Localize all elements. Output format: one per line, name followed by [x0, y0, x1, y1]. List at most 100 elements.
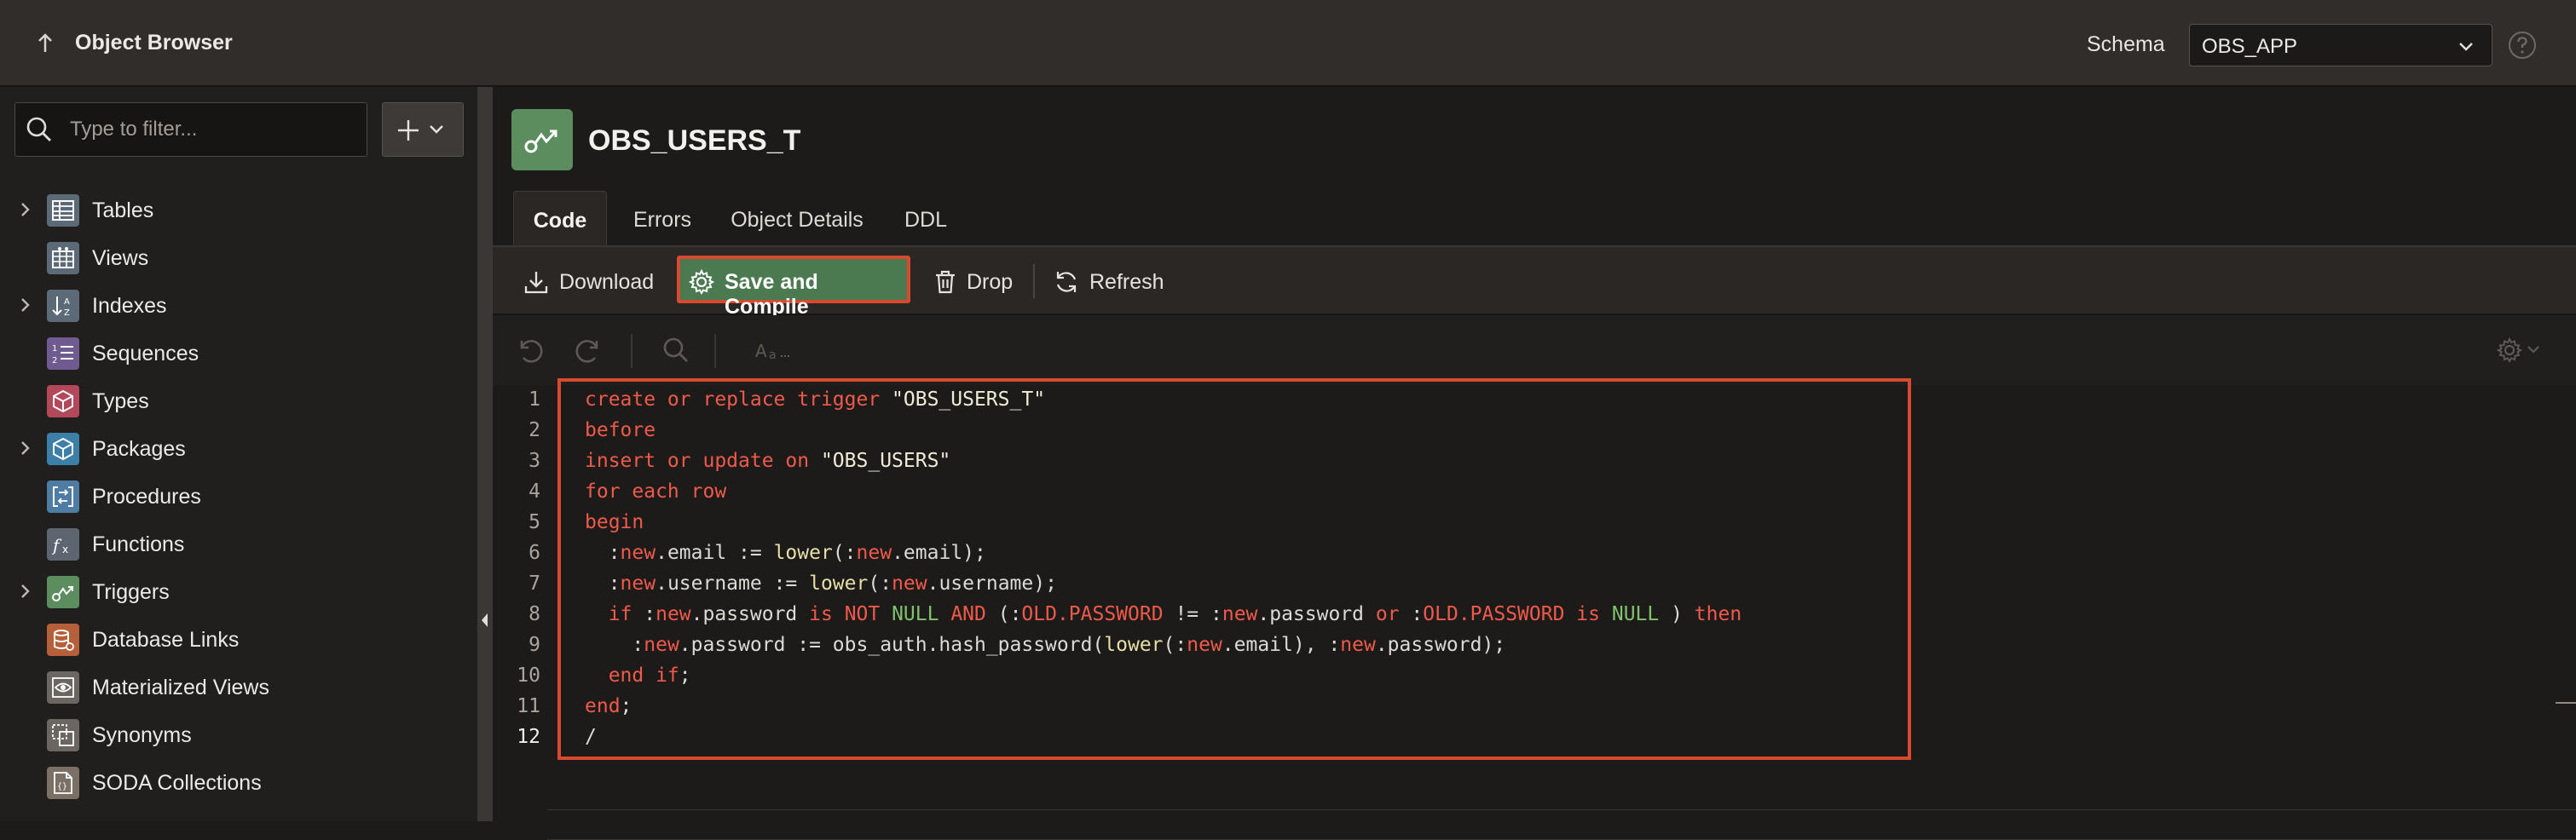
tree-item-tables[interactable]: Tables [0, 186, 477, 233]
text-format-icon[interactable]: Aa [754, 336, 791, 365]
line-number: 7 [528, 572, 540, 595]
tree-item-database-links[interactable]: Database Links [0, 615, 477, 663]
svg-text:x: x [62, 544, 68, 555]
chevron-down-icon [2459, 43, 2473, 51]
tree-item-label: Procedures [92, 485, 201, 509]
cube-icon [47, 385, 79, 417]
line-number: 11 [517, 695, 540, 717]
tree-item-soda-collections[interactable]: {} SODA Collections [0, 758, 477, 806]
redo-icon[interactable] [575, 336, 604, 365]
arrow-up-icon[interactable] [32, 31, 58, 56]
drop-label: Drop [967, 270, 1014, 294]
numbered-list-icon: 12 [47, 337, 79, 370]
line-number: 10 [517, 665, 540, 687]
trash-icon [936, 270, 955, 294]
code-line: before [585, 419, 656, 441]
tree-item-label: Synonyms [92, 723, 192, 747]
svg-text:2: 2 [52, 356, 57, 365]
line-number: 5 [528, 511, 540, 533]
schema-select[interactable]: OBS_APP [2189, 24, 2492, 66]
tree-item-procedures[interactable]: Procedures [0, 472, 477, 520]
tree-item-packages[interactable]: Packages [0, 424, 477, 472]
code-line: / [585, 726, 597, 748]
editor-toolbar: Aa [493, 315, 2576, 386]
tree-item-label: Database Links [92, 628, 240, 652]
tree-item-label: Materialized Views [92, 676, 269, 699]
plus-icon [398, 120, 443, 141]
view-icon [47, 242, 79, 274]
chevron-right-icon[interactable] [17, 581, 34, 601]
filter-input[interactable] [14, 102, 367, 157]
code-line: :new.email := lower(:new.email); [585, 542, 986, 564]
tab-ddl[interactable]: DDL [885, 191, 967, 245]
code-line: if :new.password is NOT NULL AND (:OLD.P… [585, 603, 1742, 625]
line-number: 2 [528, 419, 540, 441]
tab-code[interactable]: Code [513, 191, 607, 245]
tree-item-synonyms[interactable]: Synonyms [0, 711, 477, 758]
function-icon: fx [47, 528, 79, 561]
object-tree: Tables Views AZ Indexes 12 Sequences Typ… [0, 186, 477, 806]
tree-item-sequences[interactable]: 12 Sequences [0, 329, 477, 377]
code-line: :new.password := obs_auth.hash_password(… [585, 634, 1506, 656]
svg-text:a: a [769, 348, 777, 362]
tree-item-views[interactable]: Views [0, 233, 477, 281]
synonym-icon [47, 719, 79, 751]
line-number-gutter: 1 2 3 4 5 6 7 8 9 10 11 12 [493, 385, 547, 821]
tree-item-label: Sequences [92, 342, 199, 365]
chevron-right-icon[interactable] [17, 295, 34, 315]
line-number: 4 [528, 480, 540, 503]
tree-item-label: Tables [92, 198, 154, 222]
tree-item-label: Types [92, 389, 149, 413]
drop-button[interactable]: Drop [924, 259, 1021, 303]
refresh-button[interactable]: Refresh [1045, 259, 1164, 303]
code-toolbar: Download Save and Compile Drop Refresh [493, 247, 2576, 319]
refresh-label: Refresh [1089, 270, 1164, 294]
code-line: begin [585, 511, 644, 533]
svg-text:A: A [64, 297, 70, 307]
help-icon[interactable] [2508, 31, 2537, 60]
editor-toolbar-separator [714, 334, 716, 368]
app-title: Object Browser [75, 31, 233, 55]
save-and-compile-button[interactable]: Save and Compile [677, 256, 910, 319]
table-icon [47, 194, 79, 227]
tree-item-types[interactable]: Types [0, 377, 477, 424]
chevron-right-icon[interactable] [17, 438, 34, 458]
search-icon [26, 117, 51, 141]
tree-item-label: Triggers [92, 580, 170, 604]
tree-item-label: Indexes [92, 294, 167, 318]
download-button[interactable]: Download [515, 259, 655, 303]
gear-icon [689, 269, 714, 295]
chevron-right-icon[interactable] [17, 199, 34, 220]
svg-text:f: f [51, 535, 62, 555]
sidebar-splitter[interactable] [477, 87, 493, 821]
line-number: 9 [528, 634, 540, 656]
package-icon [47, 433, 79, 465]
object-tree-sidebar: Tables Views AZ Indexes 12 Sequences [0, 87, 477, 821]
settings-menu-icon[interactable] [2496, 336, 2547, 365]
save-and-compile-label: Save and Compile [725, 270, 818, 319]
database-link-icon [47, 624, 79, 656]
trigger-icon [47, 576, 79, 608]
collapse-left-icon[interactable] [479, 608, 491, 632]
line-number-current: 12 [517, 726, 540, 748]
download-label: Download [559, 270, 655, 294]
tree-item-materialized-views[interactable]: Materialized Views [0, 663, 477, 711]
code-line: :new.username := lower(:new.username); [585, 572, 1057, 595]
tree-item-indexes[interactable]: AZ Indexes [0, 281, 477, 329]
refresh-icon [1056, 272, 1077, 292]
current-line-highlight [547, 809, 2576, 840]
search-icon[interactable] [661, 336, 690, 365]
tab-object-details[interactable]: Object Details [718, 191, 876, 245]
sort-az-icon: AZ [47, 290, 79, 322]
tree-item-triggers[interactable]: Triggers [0, 567, 477, 615]
editor-toolbar-separator [631, 334, 632, 368]
add-object-button[interactable] [382, 102, 464, 157]
tree-item-label: SODA Collections [92, 771, 262, 795]
code-line: insert or update on "OBS_USERS" [585, 450, 951, 472]
undo-icon[interactable] [515, 336, 544, 365]
code-editor[interactable]: 1 2 3 4 5 6 7 8 9 10 11 12 create or rep… [493, 385, 2576, 840]
tab-errors[interactable]: Errors [617, 191, 708, 245]
tree-item-label: Packages [92, 437, 186, 461]
tree-item-functions[interactable]: fx Functions [0, 520, 477, 567]
procedure-icon [47, 480, 79, 513]
